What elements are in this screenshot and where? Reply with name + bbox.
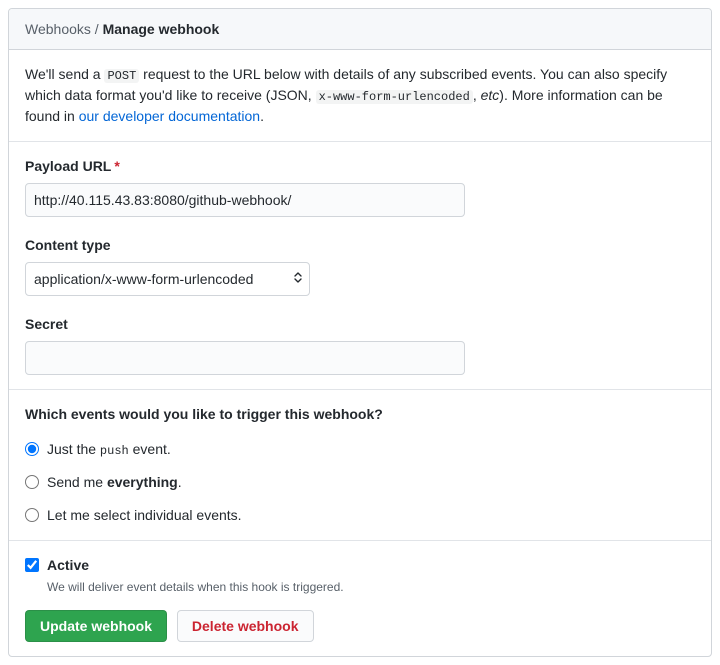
event-label-push: Just the push event.: [47, 439, 171, 460]
event-label-everything: Send me everything.: [47, 472, 182, 493]
delete-webhook-button[interactable]: Delete webhook: [177, 610, 314, 642]
event-label-individual: Let me select individual events.: [47, 505, 242, 526]
content-type-label: Content type: [25, 235, 695, 256]
panel-header: Webhooks / Manage webhook: [9, 9, 711, 50]
form-section: Payload URL* Content type application/x-…: [9, 142, 711, 390]
secret-input[interactable]: [25, 341, 465, 375]
breadcrumb-parent[interactable]: Webhooks: [25, 21, 91, 37]
active-description: We will deliver event details when this …: [47, 578, 344, 596]
event-radio-push[interactable]: [25, 442, 39, 456]
code-urlencoded: x-www-form-urlencoded: [316, 90, 473, 104]
event-radio-everything[interactable]: [25, 475, 39, 489]
required-asterisk: *: [114, 158, 119, 174]
payload-url-input[interactable]: [25, 183, 465, 217]
intro-text: We'll send a POST request to the URL bel…: [9, 50, 711, 142]
update-webhook-button[interactable]: Update webhook: [25, 610, 167, 642]
event-option-push[interactable]: Just the push event.: [25, 439, 695, 460]
event-option-individual[interactable]: Let me select individual events.: [25, 505, 695, 526]
secret-label: Secret: [25, 314, 695, 335]
code-post: POST: [104, 69, 139, 83]
event-radio-individual[interactable]: [25, 508, 39, 522]
active-row: Active We will deliver event details whe…: [25, 555, 695, 596]
events-section: Which events would you like to trigger t…: [9, 390, 711, 541]
active-checkbox[interactable]: [25, 558, 39, 572]
breadcrumb-separator: /: [91, 21, 103, 37]
event-option-everything[interactable]: Send me everything.: [25, 472, 695, 493]
content-type-select[interactable]: application/x-www-form-urlencoded: [25, 262, 310, 296]
payload-url-label: Payload URL*: [25, 156, 695, 177]
active-label: Active: [47, 557, 89, 573]
page-title: Manage webhook: [103, 21, 220, 37]
events-heading: Which events would you like to trigger t…: [25, 404, 695, 425]
webhook-panel: Webhooks / Manage webhook We'll send a P…: [8, 8, 712, 657]
docs-link[interactable]: our developer documentation: [79, 108, 260, 124]
footer-section: Active We will deliver event details whe…: [9, 541, 711, 656]
